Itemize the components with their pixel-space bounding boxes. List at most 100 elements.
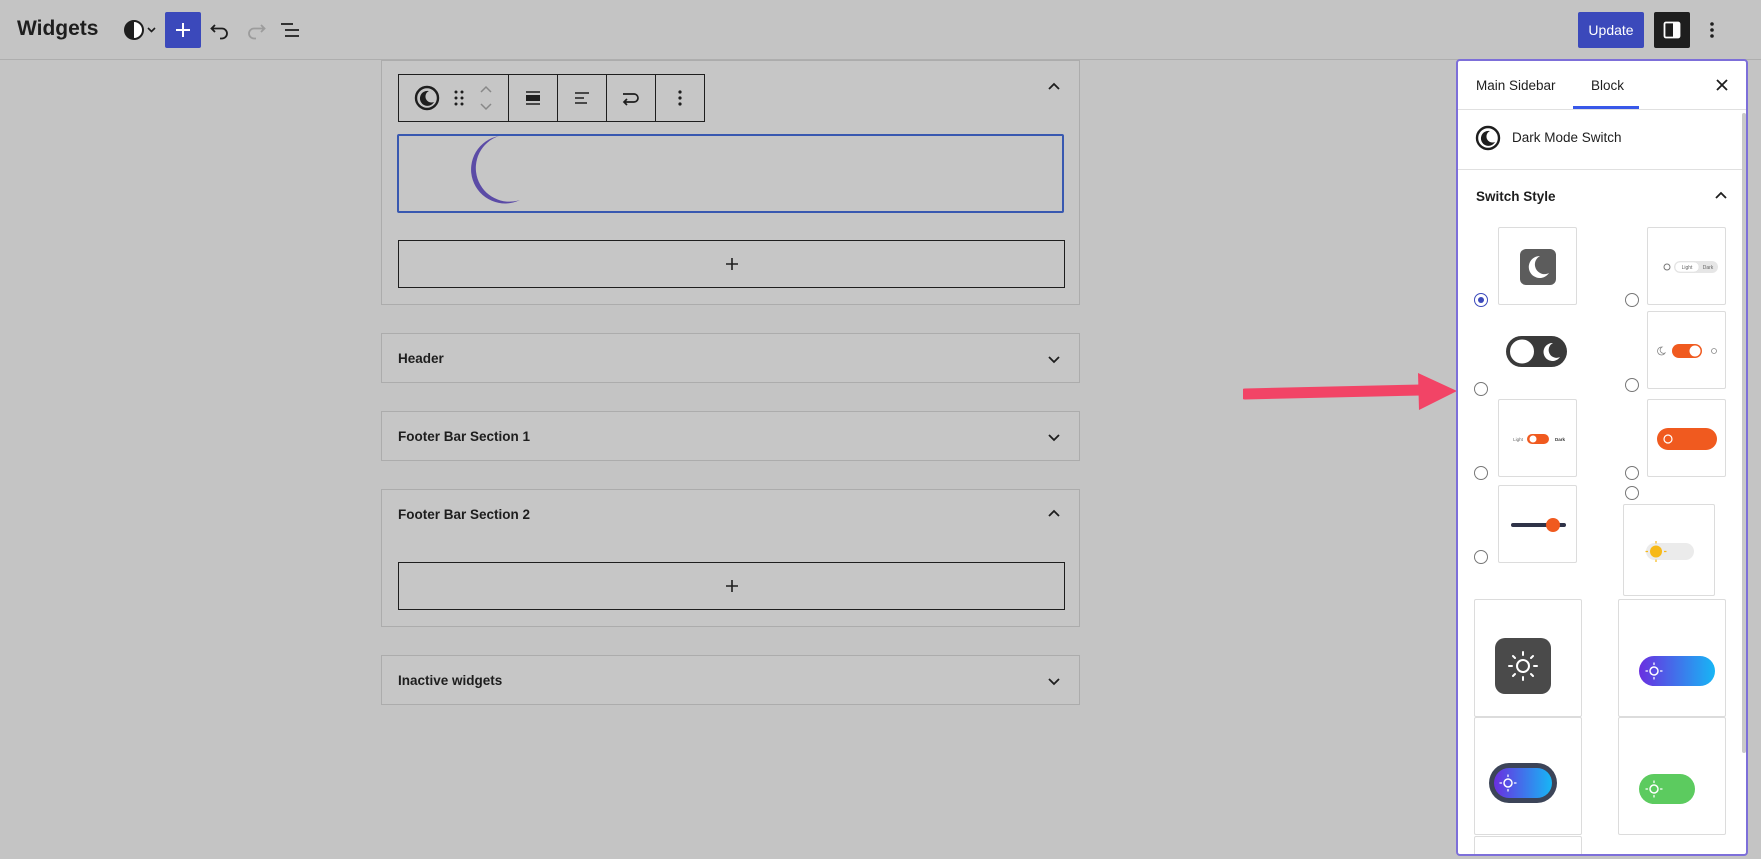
dark-mode-block-icon[interactable] — [414, 85, 440, 111]
more-vertical-icon — [1710, 22, 1714, 38]
drag-handle-icon[interactable] — [453, 89, 465, 107]
switch-style-radio-6[interactable] — [1625, 466, 1639, 480]
dark-mini-label: Dark — [1703, 265, 1714, 271]
half-circle-icon — [124, 20, 156, 40]
add-block-appender[interactable] — [398, 562, 1065, 610]
light-mini-label: Light — [1682, 265, 1693, 271]
light-dark-pill-icon: Light Dark — [1663, 261, 1718, 273]
switch-style-option-9[interactable] — [1474, 599, 1582, 717]
dark-mini-label: Dark — [1555, 437, 1566, 442]
moon-square-icon — [1520, 249, 1556, 285]
align-wide-icon — [526, 91, 540, 105]
switch-style-radio-8[interactable] — [1625, 486, 1639, 500]
block-options-button[interactable] — [656, 75, 704, 121]
widget-area-title: Footer Bar Section 2 — [398, 507, 531, 522]
block-name: Dark Mode Switch — [1512, 130, 1622, 145]
chevron-down-icon[interactable] — [1047, 354, 1061, 364]
dark-toggle-icon — [1506, 336, 1567, 367]
widget-area-header[interactable]: Header — [381, 333, 1080, 383]
widget-area-title: Footer Bar Section 1 — [398, 429, 531, 444]
block-toolbar — [398, 74, 705, 122]
undo-icon — [210, 24, 228, 40]
tab-main-sidebar[interactable]: Main Sidebar — [1476, 78, 1556, 93]
chevron-up-icon[interactable] — [1714, 190, 1728, 200]
panel-title[interactable]: Switch Style — [1476, 189, 1556, 204]
moon-icon — [471, 136, 520, 204]
more-vertical-icon — [678, 90, 682, 106]
switch-style-option-5[interactable]: Light Dark — [1498, 399, 1577, 477]
widget-area-inactive[interactable]: Inactive widgets — [381, 655, 1080, 705]
add-block-button[interactable] — [165, 12, 201, 48]
active-tab-indicator — [1573, 106, 1639, 109]
switch-style-radio-3[interactable] — [1474, 382, 1488, 396]
dark-mode-block-icon — [1475, 125, 1501, 151]
block-switcher-group — [399, 75, 509, 121]
switch-style-option-4[interactable] — [1647, 311, 1726, 389]
chevron-up-icon[interactable] — [1047, 81, 1061, 91]
orange-sun-pill-icon — [1657, 428, 1717, 450]
editor-header: Widgets Update — [0, 0, 1761, 60]
dark-mode-switch-block[interactable] — [397, 134, 1064, 213]
switch-style-option-8[interactable] — [1623, 504, 1715, 596]
tab-block[interactable]: Block — [1591, 78, 1624, 93]
switch-style-radio-4[interactable] — [1625, 378, 1639, 392]
switch-style-option-2[interactable]: Light Dark — [1647, 227, 1726, 305]
chevron-up-icon[interactable] — [1047, 508, 1061, 518]
plus-icon — [176, 23, 190, 37]
sidebar-panel-icon — [1663, 21, 1681, 39]
add-block-appender[interactable] — [398, 240, 1065, 288]
move-up-down-icon[interactable] — [479, 84, 493, 112]
orange-toggle-icon — [1657, 344, 1717, 358]
switch-style-radio-2[interactable] — [1625, 293, 1639, 307]
chevron-down-icon[interactable] — [1047, 676, 1061, 686]
text-align-button[interactable] — [558, 75, 607, 121]
switch-style-radio-5[interactable] — [1474, 466, 1488, 480]
page-title: Widgets — [17, 17, 99, 40]
sun-toggle-icon — [1645, 541, 1694, 562]
options-menu-button[interactable] — [1700, 16, 1724, 44]
redo-icon — [248, 24, 266, 40]
loop-arrow-icon — [622, 93, 639, 106]
slider-toggle-icon — [1511, 518, 1566, 532]
list-view-button[interactable] — [276, 16, 304, 44]
sun-square-icon — [1495, 638, 1551, 694]
block-card: Dark Mode Switch — [1458, 110, 1746, 170]
gradient-sun-pill-icon — [1639, 656, 1715, 686]
switch-style-radio-1[interactable] — [1474, 293, 1488, 307]
widget-area-title: Header — [398, 351, 444, 366]
list-view-icon — [281, 23, 299, 37]
redo-button[interactable] — [242, 16, 270, 44]
plus-icon — [725, 258, 738, 270]
gradient-framed-pill-icon — [1489, 763, 1557, 803]
switch-style-option-1[interactable] — [1498, 227, 1577, 305]
site-logo-button[interactable] — [122, 18, 158, 42]
widget-area-footer-2: Footer Bar Section 2 — [381, 489, 1080, 627]
settings-sidebar: Main Sidebar Block Dark Mode Switch Swit… — [1456, 59, 1748, 856]
settings-toggle-button[interactable] — [1654, 12, 1690, 48]
light-dark-toggle-icon: Light Dark — [1513, 434, 1566, 444]
sidebar-tabs: Main Sidebar Block — [1458, 61, 1746, 110]
close-icon[interactable] — [1714, 77, 1730, 93]
switch-style-option-13[interactable] — [1474, 836, 1582, 854]
update-button[interactable]: Update — [1578, 12, 1644, 48]
widget-area-title: Inactive widgets — [398, 673, 503, 688]
transform-button[interactable] — [607, 75, 656, 121]
switch-style-option-10[interactable] — [1618, 599, 1726, 717]
switch-style-option-11[interactable] — [1474, 717, 1582, 835]
switch-style-radio-7[interactable] — [1474, 550, 1488, 564]
switch-style-option-3[interactable] — [1498, 311, 1577, 391]
align-button[interactable] — [509, 75, 558, 121]
switch-style-option-12[interactable] — [1618, 717, 1726, 835]
light-mini-label: Light — [1513, 437, 1524, 442]
align-left-icon — [575, 92, 589, 104]
sidebar-scrollbar[interactable] — [1742, 113, 1746, 753]
plus-icon — [725, 580, 738, 592]
widget-area-main-sidebar — [381, 60, 1080, 305]
annotation-arrow — [1243, 373, 1457, 410]
green-sun-pill-icon — [1639, 774, 1695, 804]
switch-style-option-6[interactable] — [1647, 399, 1726, 477]
chevron-down-icon[interactable] — [1047, 432, 1061, 442]
undo-button[interactable] — [206, 16, 234, 44]
widget-area-footer-1[interactable]: Footer Bar Section 1 — [381, 411, 1080, 461]
switch-style-option-7[interactable] — [1498, 485, 1577, 563]
